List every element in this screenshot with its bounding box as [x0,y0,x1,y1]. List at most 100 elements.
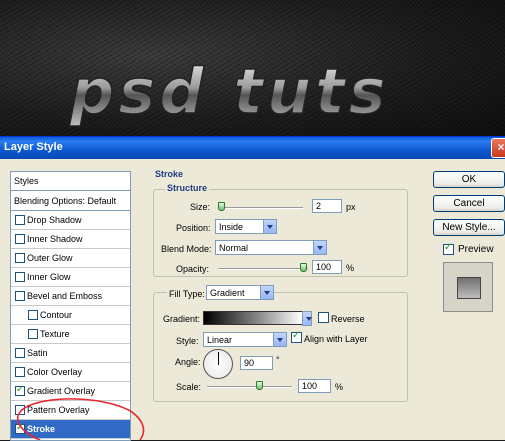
chevron-down-icon [302,312,312,325]
preview-thumbnail [443,262,493,312]
style-label: Style: [176,336,199,346]
preview-label: Preview [458,244,494,255]
angle-dial-hand [218,352,219,365]
style-item-drop-shadow[interactable]: Drop Shadow [11,211,130,230]
close-button[interactable]: × [491,138,505,158]
style-item-label: Gradient Overlay [27,386,96,396]
style-item-contour[interactable]: Contour [11,306,130,325]
style-item-bevel-and-emboss[interactable]: Bevel and Emboss [11,287,130,306]
size-label: Size: [190,202,211,212]
style-item-label: Pattern Overlay [27,405,90,415]
style-item-texture[interactable]: Texture [11,325,130,344]
preview-toggle[interactable]: Preview [443,242,505,257]
angle-label: Angle: [175,357,201,367]
position-value: Inside [219,222,244,232]
style-item-satin[interactable]: Satin [11,344,130,363]
scale-slider-thumb[interactable] [256,381,263,390]
chevron-down-icon [263,220,276,233]
scale-slider-track[interactable] [207,386,292,388]
style-item-inner-glow[interactable]: Inner Glow [11,268,130,287]
fill-type-value: Gradient [210,288,245,298]
reverse-checkbox[interactable] [318,312,329,323]
style-item-stroke[interactable]: Stroke [11,420,130,439]
size-slider-thumb[interactable] [218,202,225,211]
gradient-label: Gradient: [163,314,201,324]
chevron-down-icon [273,333,286,346]
scale-unit: % [335,382,344,392]
close-icon: × [497,140,505,154]
blending-options-item[interactable]: Blending Options: Default [11,191,130,211]
preview-swatch [457,277,481,299]
gradient-style-value: Linear [207,335,233,345]
reverse-label: Reverse [331,314,365,324]
style-item-label: Outer Glow [27,253,73,263]
styles-list: Styles Blending Options: Default Drop Sh… [10,171,131,441]
style-item-label: Bevel and Emboss [27,291,103,301]
preview-checkbox[interactable] [443,242,454,255]
style-checkbox[interactable] [15,272,25,282]
cancel-button[interactable]: Cancel [433,195,505,212]
style-checkbox[interactable] [15,422,25,434]
style-item-color-overlay[interactable]: Color Overlay [11,363,130,382]
size-slider-track[interactable] [218,207,303,209]
gradient-picker[interactable] [203,311,303,325]
opacity-input[interactable]: 100 [312,260,342,274]
scale-input[interactable]: 100 [298,379,331,393]
styles-header[interactable]: Styles [11,172,130,191]
opacity-label: Opacity: [176,264,210,274]
position-select[interactable]: Inside [215,219,277,234]
dialog-titlebar: Layer Style × [0,137,505,159]
opacity-unit: % [346,263,355,273]
style-checkbox[interactable] [15,215,25,225]
gradient-style-select[interactable]: Linear [203,332,287,347]
logo-text: psd tuts [69,55,390,128]
angle-input[interactable]: 90 [240,356,273,370]
new-style-button[interactable]: New Style... [433,219,505,236]
opacity-slider-thumb[interactable] [300,263,307,272]
size-unit: px [346,202,356,212]
fill-type-select[interactable]: Gradient [206,285,274,300]
style-item-label: Stroke [27,424,56,434]
style-checkbox[interactable] [28,310,38,320]
blend-mode-select[interactable]: Normal [215,240,327,255]
blend-mode-value: Normal [219,243,249,253]
opacity-slider-track[interactable] [218,268,308,270]
stroke-heading: Stroke [155,169,184,179]
gradient-dropdown[interactable] [302,311,312,326]
structure-legend: Structure [165,183,210,193]
style-checkbox[interactable] [15,234,25,244]
angle-dial[interactable] [203,349,233,379]
angle-unit: ° [276,355,280,365]
psd-tuts-logo: psd tuts [68,55,390,129]
chevron-down-icon [313,241,326,254]
style-item-pattern-overlay[interactable]: Pattern Overlay [11,401,130,420]
style-item-gradient-overlay[interactable]: Gradient Overlay [11,382,130,401]
style-item-label: Color Overlay [27,367,83,377]
style-item-label: Satin [27,348,48,358]
blend-mode-label: Blend Mode: [161,244,212,254]
layer-style-dialog: Layer Style × Styles Blending Options: D… [0,136,505,441]
style-item-label: Inner Shadow [27,234,83,244]
chevron-down-icon [260,286,273,299]
style-item-inner-shadow[interactable]: Inner Shadow [11,230,130,249]
style-checkbox[interactable] [15,367,25,377]
ok-button[interactable]: OK [433,171,505,188]
scale-label: Scale: [176,382,202,392]
style-checkbox[interactable] [15,384,25,396]
style-checkbox[interactable] [15,291,25,301]
size-input[interactable]: 2 [312,199,342,213]
dialog-title: Layer Style [4,141,63,153]
style-item-label: Contour [40,310,73,320]
position-label: Position: [176,223,211,233]
style-item-label: Inner Glow [27,272,71,282]
style-checkbox[interactable] [28,329,38,339]
align-with-layer-checkbox[interactable] [291,330,302,343]
style-checkbox[interactable] [15,405,25,415]
style-checkbox[interactable] [15,348,25,358]
style-checkbox[interactable] [15,253,25,263]
style-item-label: Texture [40,329,70,339]
style-item-outer-glow[interactable]: Outer Glow [11,249,130,268]
fill-type-label: Fill Type: [167,289,207,299]
style-item-label: Drop Shadow [27,215,82,225]
artwork-background: psd tuts [0,0,505,138]
